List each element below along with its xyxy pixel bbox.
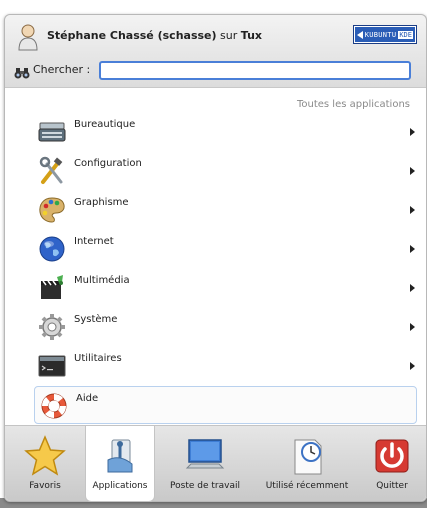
menu-item-multimedia[interactable]: Multimédia — [33, 269, 419, 305]
star-icon — [24, 435, 66, 476]
all-applications-link[interactable]: Toutes les applications — [297, 99, 410, 110]
user-connector: sur — [220, 29, 238, 42]
menu-item-label: Utilitaires — [74, 353, 122, 364]
gear-icon — [39, 314, 65, 340]
menu-item-internet[interactable]: Internet — [33, 230, 419, 266]
submenu-arrow-icon — [410, 206, 415, 214]
menu-item-label: Configuration — [74, 158, 142, 169]
tab-label: Utilisé récemment — [265, 481, 349, 491]
badge-kde-text: KDE — [398, 30, 413, 39]
tab-bar: Favoris Applications Poste de travail Ut… — [5, 425, 426, 502]
submenu-arrow-icon — [410, 245, 415, 253]
submenu-arrow-icon — [410, 362, 415, 370]
menu-item-graphisme[interactable]: Graphisme — [33, 191, 419, 227]
applications-icon — [107, 439, 133, 473]
tab-applications[interactable]: Applications — [85, 426, 155, 502]
tab-label: Applications — [92, 481, 148, 491]
tab-quitter[interactable]: Quitter — [363, 426, 421, 501]
badge-arrow-icon — [356, 30, 363, 39]
user-info: Stéphane Chassé (schasse) sur Tux — [47, 29, 262, 42]
menu-item-label: Multimédia — [74, 275, 130, 286]
lifebuoy-icon — [41, 393, 67, 419]
tab-poste-de-travail[interactable]: Poste de travail — [161, 426, 249, 501]
tab-favoris[interactable]: Favoris — [11, 426, 79, 501]
badge-kubuntu-text: KUBUNTU — [364, 30, 397, 39]
tab-label: Quitter — [376, 481, 408, 491]
search-input[interactable] — [99, 61, 411, 80]
submenu-arrow-icon — [410, 167, 415, 175]
palette-icon — [39, 197, 65, 223]
tab-label: Favoris — [29, 481, 61, 491]
user-avatar-icon — [18, 24, 38, 51]
menu-item-utilitaires[interactable]: Utilitaires — [33, 347, 419, 383]
menu-item-label: Aide — [76, 393, 99, 404]
recent-document-icon — [294, 439, 322, 475]
menu-item-configuration[interactable]: Configuration — [33, 152, 419, 188]
menu-item-bureautique[interactable]: Bureautique — [33, 113, 419, 149]
menu-item-aide[interactable]: Aide — [34, 386, 417, 424]
menu-item-label: Graphisme — [74, 197, 129, 208]
search-label: Chercher : — [33, 63, 91, 76]
binoculars-icon — [14, 68, 30, 79]
terminal-icon — [38, 355, 66, 377]
host-name: Tux — [240, 29, 263, 42]
menu-item-label: Système — [74, 314, 118, 325]
submenu-arrow-icon — [410, 128, 415, 136]
globe-icon — [39, 236, 65, 262]
kubuntu-kde-badge: KUBUNTU KDE — [352, 25, 418, 44]
kickoff-menu: Stéphane Chassé (schasse) sur Tux KUBUNT… — [4, 14, 427, 502]
computer-icon — [185, 439, 225, 469]
menu-header: Stéphane Chassé (schasse) sur Tux KUBUNT… — [5, 15, 426, 88]
submenu-arrow-icon — [410, 284, 415, 292]
user-name: Stéphane Chassé (schasse) — [47, 29, 217, 42]
power-icon — [375, 439, 409, 473]
menu-item-label: Internet — [74, 236, 114, 247]
clapperboard-icon — [41, 275, 63, 299]
tools-icon — [39, 156, 63, 184]
tab-utilise-recemment[interactable]: Utilisé récemment — [257, 426, 357, 501]
submenu-arrow-icon — [410, 323, 415, 331]
typewriter-icon — [38, 122, 66, 142]
tab-label: Poste de travail — [170, 481, 240, 491]
menu-item-systeme[interactable]: Système — [33, 308, 419, 344]
menu-item-label: Bureautique — [74, 119, 136, 130]
applications-view: Toutes les applications Bureautique Conf… — [5, 88, 426, 426]
